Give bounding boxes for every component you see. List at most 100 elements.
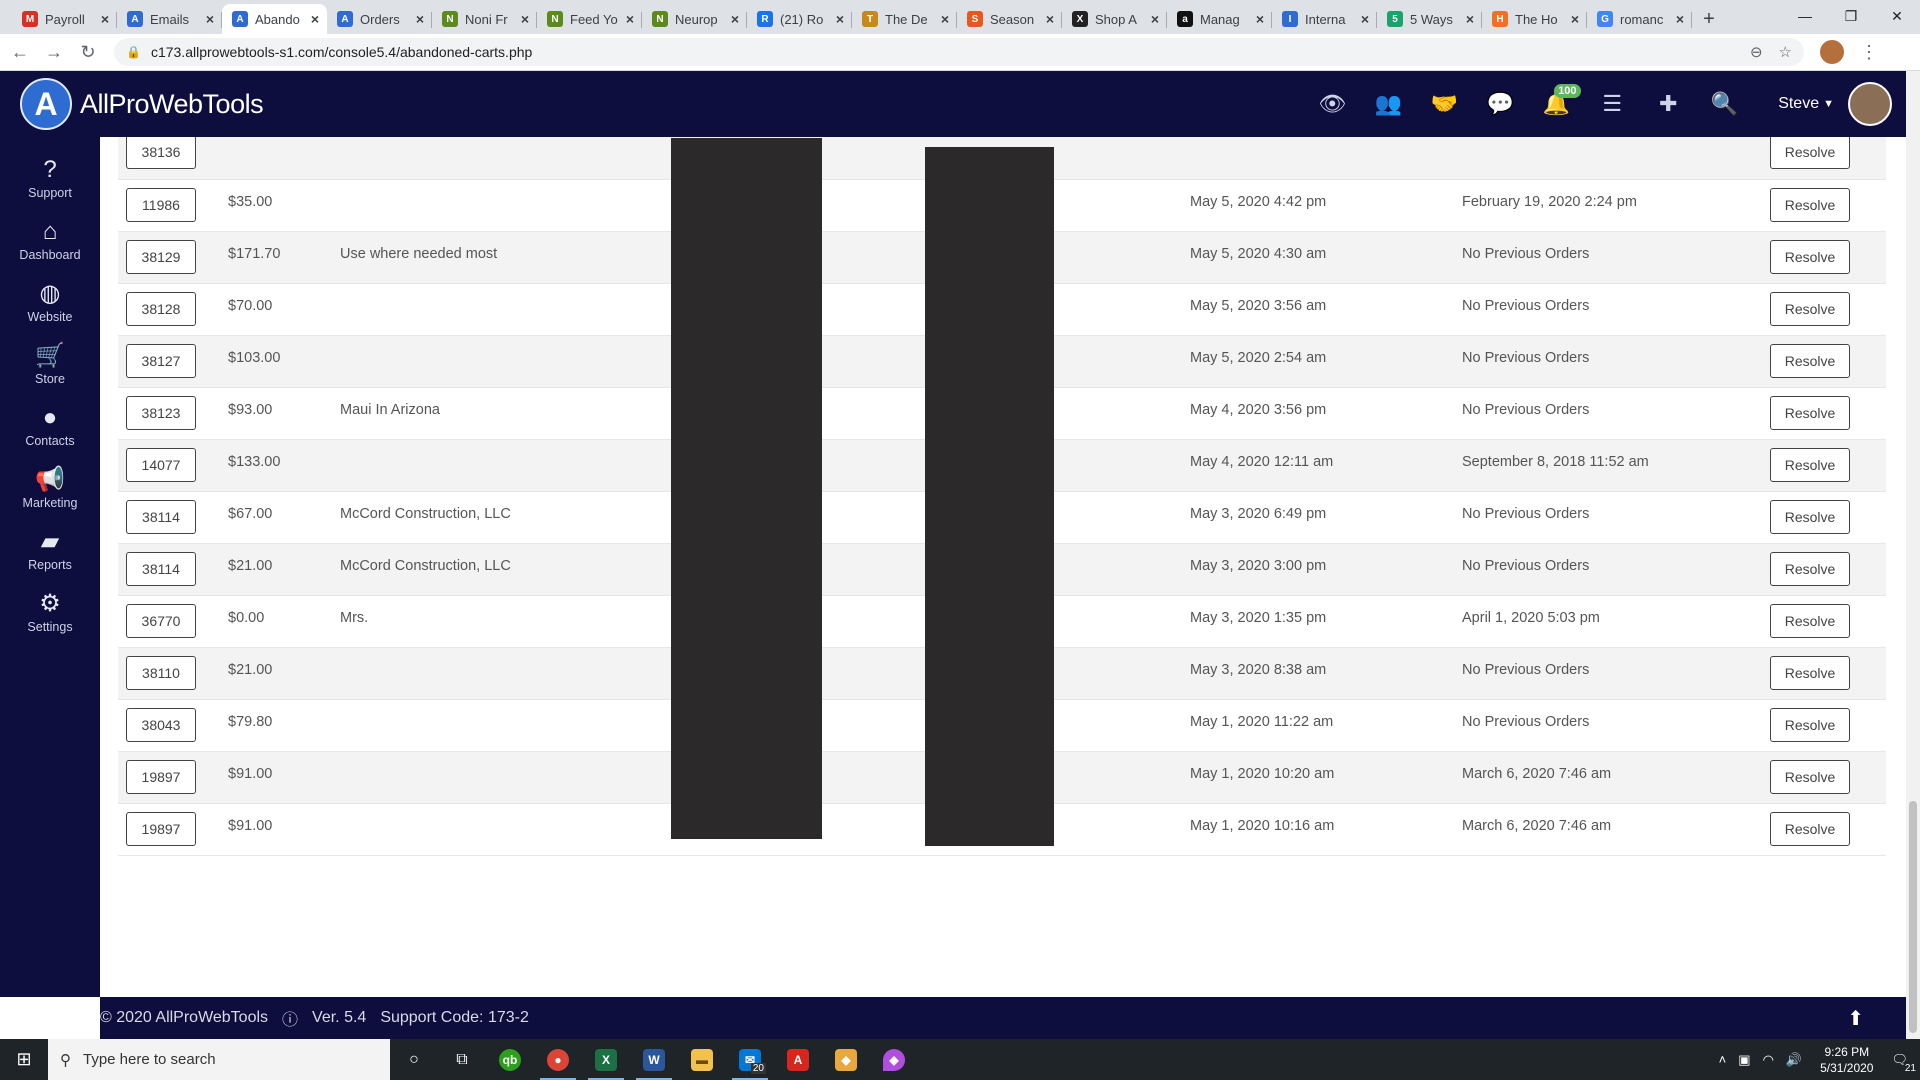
close-tab-icon[interactable]: × — [1361, 11, 1369, 27]
cart-id-button[interactable]: 38114 — [126, 551, 196, 586]
mail-icon[interactable]: ✉ 20 — [726, 1039, 774, 1080]
chrome-icon[interactable]: ● — [534, 1039, 582, 1080]
resolve-button[interactable]: Resolve — [1770, 395, 1850, 430]
browser-tab[interactable]: R (21) Ro × — [747, 4, 852, 34]
notifications-icon[interactable]: 🔔 100 — [1532, 80, 1581, 128]
sidebar-item-reports[interactable]: ▰ Reports — [0, 519, 100, 581]
browser-tab[interactable]: a Manag × — [1167, 4, 1272, 34]
user-avatar[interactable] — [1848, 82, 1892, 126]
browser-tab[interactable]: N Noni Fr × — [432, 4, 537, 34]
back-icon[interactable]: ← — [6, 38, 34, 66]
chevron-up-icon[interactable]: ˄ — [1719, 1052, 1727, 1067]
add-icon[interactable]: ✚ — [1644, 80, 1692, 128]
browser-tab[interactable]: 5 5 Ways × — [1377, 4, 1482, 34]
browser-tab[interactable]: N Feed Yo × — [537, 4, 642, 34]
close-tab-icon[interactable]: × — [206, 11, 214, 27]
close-tab-icon[interactable]: × — [626, 11, 634, 27]
sidebar-item-contacts[interactable]: ● Contacts — [0, 395, 100, 457]
network-monitor-icon[interactable]: ▣ — [1738, 1052, 1750, 1068]
cart-id-button[interactable]: 38128 — [126, 291, 196, 326]
excel-icon[interactable]: X — [582, 1039, 630, 1080]
reload-icon[interactable]: ↻ — [74, 38, 102, 66]
bookmark-star-icon[interactable]: ☆ — [1779, 43, 1792, 61]
package-icon[interactable]: ◆ — [822, 1039, 870, 1080]
close-tab-icon[interactable]: × — [416, 11, 424, 27]
browser-tab[interactable]: T The De × — [852, 4, 957, 34]
browser-tab[interactable]: A Abando × — [222, 4, 327, 34]
user-menu[interactable]: Steve ▼ — [1778, 95, 1834, 113]
forward-icon[interactable]: → — [40, 38, 68, 66]
browser-tab[interactable]: I Interna × — [1272, 4, 1377, 34]
droplet-app-icon[interactable]: ◆ — [870, 1039, 918, 1080]
cart-id-button[interactable]: 19897 — [126, 811, 196, 846]
browser-tab[interactable]: A Emails × — [117, 4, 222, 34]
brand-logo[interactable]: A AllProWebTools — [20, 78, 264, 130]
sidebar-item-store[interactable]: 🛒 Store — [0, 333, 100, 395]
profile-avatar-icon[interactable] — [1820, 40, 1844, 64]
chat-icon[interactable]: 💬 — [1476, 80, 1524, 128]
resolve-button[interactable]: Resolve — [1770, 655, 1850, 690]
resolve-button[interactable]: Resolve — [1770, 603, 1850, 638]
new-tab-button[interactable]: + — [1692, 4, 1726, 34]
sidebar-item-support[interactable]: ? Support — [0, 147, 100, 209]
minimize-icon[interactable]: — — [1782, 0, 1828, 32]
resolve-button[interactable]: Resolve — [1770, 447, 1850, 482]
task-list-icon[interactable]: ☰ — [1588, 80, 1636, 128]
close-tab-icon[interactable]: × — [1151, 11, 1159, 27]
cart-id-button[interactable]: 38127 — [126, 343, 196, 378]
cortana-icon[interactable]: ○ — [390, 1039, 438, 1080]
browser-tab[interactable]: H The Ho × — [1482, 4, 1587, 34]
close-window-icon[interactable]: ✕ — [1874, 0, 1920, 32]
windows-start-icon[interactable]: ⊞ — [0, 1039, 48, 1080]
close-tab-icon[interactable]: × — [1466, 11, 1474, 27]
clock[interactable]: 9:26 PM 5/31/2020 — [1820, 1044, 1873, 1076]
browser-tab[interactable]: S Season × — [957, 4, 1062, 34]
sidebar-item-marketing[interactable]: 📢 Marketing — [0, 457, 100, 519]
cart-id-button[interactable]: 38114 — [126, 499, 196, 534]
cart-id-button[interactable]: 38043 — [126, 707, 196, 742]
arrow-up-icon[interactable]: ⬆ — [1847, 1006, 1864, 1031]
browser-tab[interactable]: A Orders × — [327, 4, 432, 34]
cart-id-button[interactable]: 14077 — [126, 447, 196, 482]
sidebar-item-settings[interactable]: ⚙ Settings — [0, 581, 100, 643]
search-icon[interactable]: 🔍 — [1700, 80, 1748, 128]
cart-id-button[interactable]: 38129 — [126, 239, 196, 274]
quickbooks-icon[interactable]: qb — [486, 1039, 534, 1080]
cart-id-button[interactable]: 38110 — [126, 655, 196, 690]
resolve-button[interactable]: Resolve — [1770, 291, 1850, 326]
resolve-button[interactable]: Resolve — [1770, 811, 1850, 846]
cart-id-button[interactable]: 38123 — [126, 395, 196, 430]
close-tab-icon[interactable]: × — [1046, 11, 1054, 27]
browser-tab[interactable]: M Payroll × — [12, 4, 117, 34]
browser-menu-icon[interactable]: ⋮ — [1860, 42, 1878, 63]
taskbar-search[interactable]: ⚲ Type here to search — [48, 1039, 390, 1080]
action-center-icon[interactable]: 🗨 21 — [1891, 1052, 1916, 1074]
handshake-icon[interactable]: 🤝 — [1420, 80, 1468, 128]
file-explorer-icon[interactable]: ▬ — [678, 1039, 726, 1080]
close-tab-icon[interactable]: × — [836, 11, 844, 27]
sidebar-item-website[interactable]: ◍ Website — [0, 271, 100, 333]
resolve-button[interactable]: Resolve — [1770, 499, 1850, 534]
close-tab-icon[interactable]: × — [1256, 11, 1264, 27]
resolve-button[interactable]: Resolve — [1770, 551, 1850, 586]
resolve-button[interactable]: Resolve — [1770, 343, 1850, 378]
address-bar[interactable]: 🔒 c173.allprowebtools-s1.com/console5.4/… — [114, 38, 1804, 66]
close-tab-icon[interactable]: × — [101, 11, 109, 27]
eye-icon[interactable]: 👁 — [1308, 80, 1356, 128]
resolve-button[interactable]: Resolve — [1770, 707, 1850, 742]
close-tab-icon[interactable]: × — [1676, 11, 1684, 27]
page-scrollbar[interactable] — [1906, 71, 1920, 1039]
word-icon[interactable]: W — [630, 1039, 678, 1080]
cart-id-button[interactable]: 19897 — [126, 759, 196, 794]
resolve-button[interactable]: Resolve — [1770, 759, 1850, 794]
close-tab-icon[interactable]: × — [311, 11, 319, 27]
close-tab-icon[interactable]: × — [941, 11, 949, 27]
browser-tab[interactable]: Gromanc × — [1587, 4, 1692, 34]
cart-id-button[interactable]: 11986 — [126, 187, 196, 222]
cart-id-button[interactable]: 36770 — [126, 603, 196, 638]
cart-id-button[interactable]: 38136 — [126, 137, 196, 169]
zoom-icon[interactable]: ⊖ — [1750, 43, 1763, 61]
wifi-icon[interactable]: ◠ — [1763, 1052, 1774, 1068]
maximize-icon[interactable]: ❐ — [1828, 0, 1874, 32]
resolve-button[interactable]: Resolve — [1770, 137, 1850, 169]
